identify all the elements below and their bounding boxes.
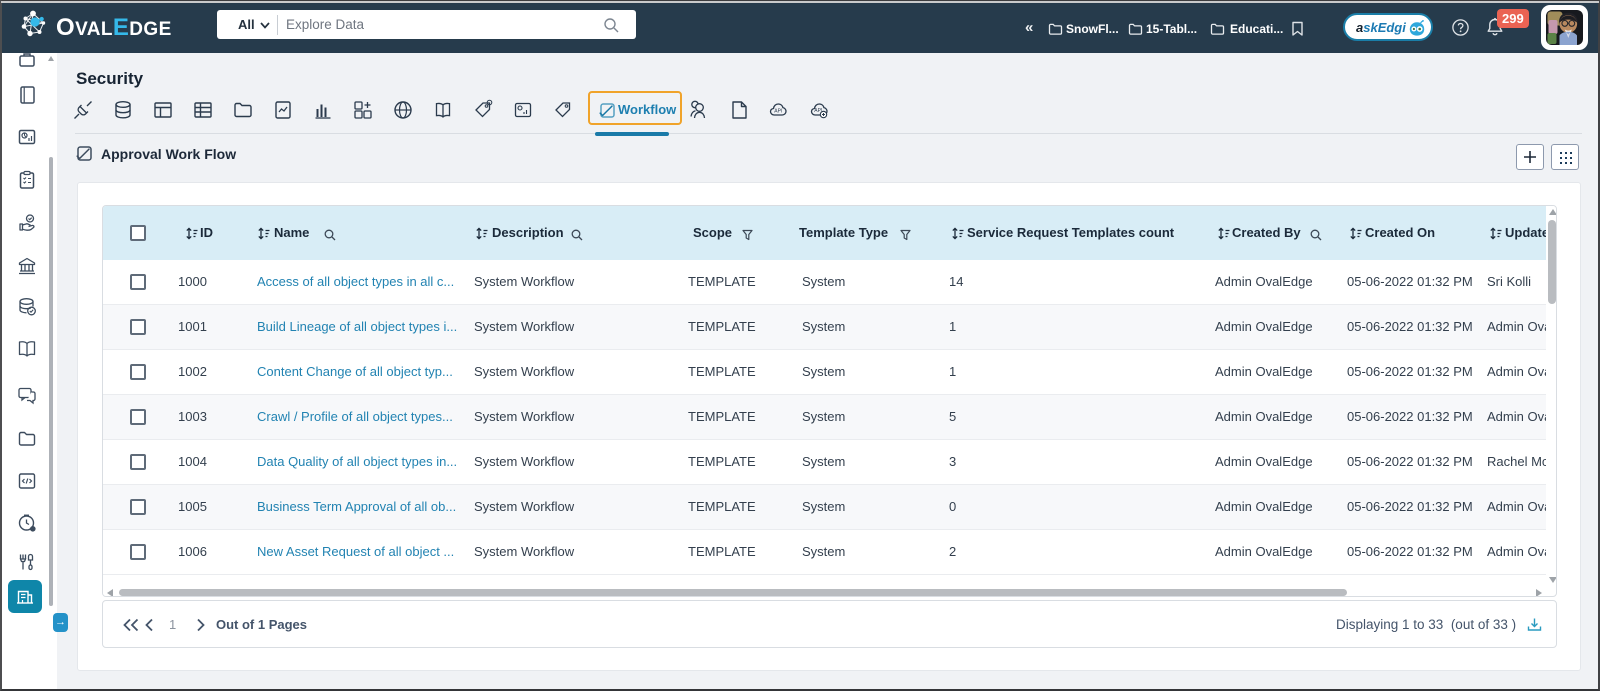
svg-text:API: API [774,109,782,115]
